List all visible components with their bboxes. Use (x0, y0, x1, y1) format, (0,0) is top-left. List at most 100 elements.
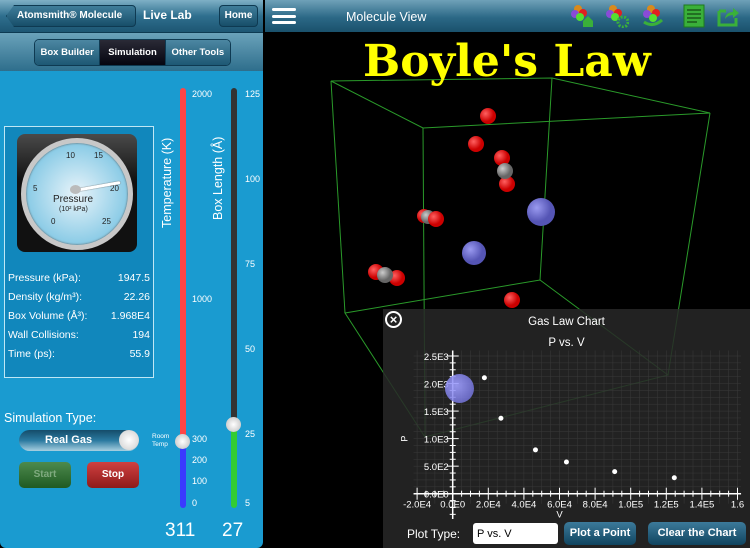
co2-molecule (417, 209, 444, 227)
stat-label: Box Volume (Å³): (8, 310, 88, 322)
home-button[interactable]: Home (219, 5, 258, 27)
temperature-tick: 100 (192, 476, 208, 486)
x-tick-label: 4.0E4 (511, 500, 536, 511)
gauge-tick: 10 (66, 151, 75, 160)
y-tick-label: 1.0E3 (424, 435, 449, 446)
stop-button[interactable]: Stop (87, 462, 139, 488)
y-tick-label: 5.0E2 (424, 462, 449, 473)
control-panel: Atomsmith® Molecule La... Live Lab Home … (0, 0, 263, 548)
molecule-view: Molecule View Boyle's Law × Gas Law Char… (265, 0, 750, 548)
x-tick-label: 1.6 (731, 500, 744, 511)
toggle-label: Real Gas (45, 434, 93, 446)
data-point (498, 415, 504, 421)
box-length-slider-thumb[interactable] (226, 417, 241, 432)
box-length-track-fill[interactable] (231, 424, 237, 508)
gauge-dial: 10 15 5 20 0 25 Pressure (10² kPa) (21, 138, 133, 250)
stat-wall-collisions: Wall Collisions: 194 (8, 329, 150, 348)
x-tick-label: -2.0E4 (403, 500, 431, 511)
co2-molecule (494, 150, 515, 192)
simulation-type-toggle[interactable]: Real Gas (19, 430, 139, 451)
stat-value: 22.26 (123, 291, 150, 303)
data-point (481, 375, 487, 381)
stat-box-volume: Box Volume (Å³): 1.968E4 (8, 310, 150, 329)
nav-title: Live Lab (143, 8, 192, 22)
plot-a-point-button[interactable]: Plot a Point (564, 522, 636, 545)
temperature-value: 311 (165, 520, 196, 541)
pressure-gauge: 10 15 5 20 0 25 Pressure (10² kPa) (17, 134, 137, 252)
x-tick-label: 1.4E5 (689, 500, 714, 511)
tab-other-tools[interactable]: Other Tools (165, 40, 230, 65)
data-point (532, 447, 538, 453)
clear-chart-button[interactable]: Clear the Chart (648, 522, 746, 545)
plot-type-label: Plot Type: (407, 527, 461, 541)
gauge-title: Pressure (53, 194, 94, 205)
chart-plot: -2.0E4 0.0E0 2.0E4 4.0E4 6.0E4 8.0E4 1.0E5 1.2E… (400, 350, 744, 519)
atom-oxygen (468, 136, 484, 152)
gauge-tick: 0 (51, 217, 56, 226)
gas-law-chart-panel: × Gas Law Chart P vs. V -2.0E4 0.0E0 2.0E4… (383, 309, 750, 548)
box-length-tick: 125 (245, 89, 261, 99)
stat-value: 194 (132, 329, 150, 341)
segment-bar: Box Builder Simulation Other Tools (0, 33, 263, 71)
box-length-value: 27 (222, 520, 244, 541)
stat-label: Pressure (kPa): (8, 272, 81, 284)
temperature-label: Temperature (K) (160, 137, 174, 228)
stat-label: Wall Collisions: (8, 329, 79, 341)
gauge-tick: 15 (94, 151, 103, 160)
y-axis-label: P (400, 436, 410, 442)
x-tick-label: 1.2E5 (654, 500, 679, 511)
temperature-tick: 0 (192, 498, 198, 508)
simulation-type-label: Simulation Type: (4, 411, 97, 425)
atom-oxygen (504, 292, 520, 308)
segmented-control: Box Builder Simulation Other Tools (34, 39, 231, 66)
box-length-tick: 50 (245, 344, 256, 354)
x-tick-label: 8.0E4 (583, 500, 608, 511)
y-tick-label: 2.5E3 (424, 352, 449, 363)
plot-type-field[interactable] (473, 523, 558, 544)
scene-heading: Boyle's Law (363, 36, 651, 87)
stat-time: Time (ps): 55.9 (8, 348, 150, 367)
temperature-tick: 200 (192, 455, 208, 465)
room-temp-label: Room Temp (152, 433, 170, 448)
stat-value: 55.9 (129, 348, 150, 360)
x-axis-label: V (556, 510, 563, 519)
nav-bar: Atomsmith® Molecule La... Live Lab Home (0, 0, 263, 33)
gauge-hub (70, 185, 81, 194)
stat-pressure: Pressure (kPa): 1947.5 (8, 272, 150, 291)
atom-argon (445, 374, 474, 403)
box-length-tick: 75 (245, 259, 256, 269)
box-length-tick: 25 (245, 429, 256, 439)
data-point (563, 459, 569, 465)
tab-box-builder[interactable]: Box Builder (35, 40, 101, 65)
toggle-knob[interactable] (119, 430, 139, 450)
co2-molecule (368, 264, 405, 286)
box-length-track-empty[interactable] (231, 88, 237, 424)
y-tick-label: 1.5E3 (424, 407, 449, 418)
x-tick-label: 2.0E4 (476, 500, 501, 511)
stat-label: Density (kg/m³): (8, 291, 83, 303)
y-tick-label: 0.0E0 (424, 490, 449, 501)
back-button[interactable]: Atomsmith® Molecule La... (6, 5, 136, 27)
data-point (671, 475, 677, 481)
temperature-track-hot[interactable] (180, 88, 186, 440)
data-point (612, 469, 618, 475)
box-length-tick: 5 (245, 498, 251, 508)
temperature-tick: 1000 (192, 294, 213, 304)
box-length-label: Box Length (Å) (211, 136, 225, 220)
temperature-tick: 2000 (192, 89, 213, 99)
stat-value: 1947.5 (117, 272, 150, 284)
stat-value: 1.968E4 (110, 310, 150, 322)
stat-density: Density (kg/m³): 22.26 (8, 291, 150, 310)
tab-simulation[interactable]: Simulation (100, 40, 166, 65)
box-length-tick: 100 (245, 174, 261, 184)
start-button[interactable]: Start (19, 462, 71, 488)
atom-argon (462, 241, 486, 265)
temperature-track-cold[interactable] (180, 440, 186, 508)
atom-argon (527, 198, 555, 226)
atom-oxygen (480, 108, 496, 124)
temperature-tick: 300 (192, 434, 208, 444)
gauge-unit: (10² kPa) (59, 206, 88, 213)
gauge-tick: 25 (102, 217, 111, 226)
stats-list: Pressure (kPa): 1947.5 Density (kg/m³): 22… (8, 272, 150, 367)
gauge-tick: 5 (33, 184, 38, 193)
